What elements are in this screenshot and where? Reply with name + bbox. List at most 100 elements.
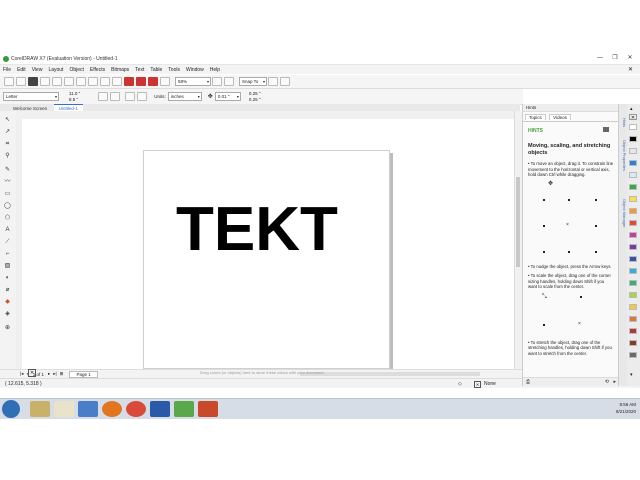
interactive-fill-icon[interactable]: ◆ <box>4 299 11 306</box>
add-page-icon[interactable]: ⊞ <box>60 371 64 377</box>
side-tab-object-properties[interactable]: Object Properties <box>619 140 627 171</box>
horizontal-scrollbar[interactable] <box>300 372 480 376</box>
save-icon[interactable] <box>28 77 38 86</box>
color-swatch[interactable] <box>629 232 637 238</box>
vertical-scrollbar[interactable] <box>514 111 522 374</box>
color-swatch[interactable] <box>629 208 637 214</box>
duplicate-y-field[interactable]: 0.25 " <box>249 97 261 103</box>
color-swatch[interactable] <box>629 124 637 130</box>
taskbar-explorer-icon[interactable] <box>30 401 50 417</box>
start-button[interactable] <box>2 400 20 418</box>
menu-layout[interactable]: Layout <box>48 67 63 73</box>
page-height-field[interactable]: 8.5 " <box>69 97 80 103</box>
toolbar-options-icon[interactable] <box>280 77 290 86</box>
taskbar-firefox-icon[interactable] <box>102 401 122 417</box>
menu-text[interactable]: Text <box>135 67 144 73</box>
taskbar-coreldraw-icon[interactable] <box>174 401 194 417</box>
options-icon[interactable] <box>268 77 278 86</box>
eyedropper-icon[interactable]: ⌀ <box>4 287 11 294</box>
taskbar-chrome-icon[interactable] <box>126 401 146 417</box>
color-swatch[interactable] <box>629 220 637 226</box>
tab-topics[interactable]: Topics <box>525 114 546 120</box>
page-tab[interactable]: Page 1 <box>69 370 98 378</box>
connector-tool-icon[interactable]: ⌐ <box>4 251 11 258</box>
no-color-swatch[interactable]: ✕ <box>28 369 36 377</box>
redo-icon[interactable] <box>100 77 110 86</box>
drop-shadow-icon[interactable]: ▧ <box>4 263 11 270</box>
menu-edit[interactable]: Edit <box>17 67 26 73</box>
taskbar-word-icon[interactable] <box>150 401 170 417</box>
menu-help[interactable]: Help <box>210 67 220 73</box>
close-document-icon[interactable]: ✕ <box>628 66 633 73</box>
color-swatch[interactable] <box>629 280 637 286</box>
menu-object[interactable]: Object <box>69 67 83 73</box>
freehand-tool-icon[interactable]: ✎ <box>4 167 11 174</box>
color-swatch[interactable] <box>629 328 637 334</box>
taskbar-folder-icon[interactable] <box>54 401 74 417</box>
menu-window[interactable]: Window <box>186 67 204 73</box>
menu-view[interactable]: View <box>32 67 43 73</box>
duplicate-x-field[interactable]: 0.25 " <box>249 91 261 97</box>
artistic-media-icon[interactable]: 〰 <box>4 179 11 186</box>
nudge-distance-field[interactable]: 0.01 " <box>214 92 241 101</box>
units-dropdown[interactable]: inches <box>167 92 202 101</box>
all-pages-icon[interactable] <box>125 92 136 101</box>
hints-book-icon[interactable] <box>603 127 609 132</box>
cut-icon[interactable] <box>52 77 62 86</box>
no-color-icon[interactable]: ✕ <box>629 114 637 121</box>
ellipse-tool-icon[interactable]: ◯ <box>4 203 11 210</box>
restore-button[interactable]: ❐ <box>610 55 620 62</box>
color-swatch[interactable] <box>629 196 637 202</box>
close-button[interactable]: ✕ <box>625 55 635 62</box>
side-tab-object-manager[interactable]: Object Manager <box>619 199 627 227</box>
page-size-dropdown[interactable]: Letter <box>3 92 59 101</box>
polygon-tool-icon[interactable]: ⬠ <box>4 215 11 222</box>
open-icon[interactable] <box>16 77 26 86</box>
export-icon[interactable] <box>136 77 146 86</box>
menu-file[interactable]: File <box>3 67 11 73</box>
first-page-icon[interactable]: |◂ <box>20 371 23 377</box>
publish-pdf-icon[interactable] <box>148 77 158 86</box>
shape-tool-icon[interactable]: ↗ <box>4 129 11 136</box>
menu-table[interactable]: Table <box>150 67 162 73</box>
color-swatch[interactable] <box>629 340 637 346</box>
color-swatch[interactable] <box>629 304 637 310</box>
color-swatch[interactable] <box>629 136 637 142</box>
app-launcher-icon[interactable] <box>160 77 170 86</box>
color-swatch[interactable] <box>629 244 637 250</box>
menu-bitmaps[interactable]: Bitmaps <box>111 67 129 73</box>
back-icon[interactable]: ⟲ <box>605 379 609 385</box>
canvas-text-object[interactable]: TEKT <box>176 199 338 261</box>
taskbar-powerpoint-icon[interactable] <box>198 401 218 417</box>
zoom-levels[interactable]: 58% <box>175 77 211 86</box>
palette-scroll-up-icon[interactable]: ▴ <box>630 106 633 112</box>
current-page-icon[interactable] <box>137 92 148 101</box>
import-icon[interactable] <box>124 77 134 86</box>
palette-scroll-down-icon[interactable]: ▾ <box>630 372 633 378</box>
color-swatch[interactable] <box>629 148 637 154</box>
text-tool-icon[interactable]: A <box>4 227 11 234</box>
forward-icon[interactable]: ▸ <box>613 379 616 385</box>
search-content-icon[interactable] <box>112 77 122 86</box>
menu-tools[interactable]: Tools <box>168 67 180 73</box>
page-width-field[interactable]: 11.0 " <box>69 91 80 97</box>
last-page-icon[interactable]: ▸| <box>53 371 56 377</box>
system-clock[interactable]: 8:56 AM 8/21/2020 <box>616 401 636 415</box>
crop-tool-icon[interactable]: ⌗ <box>4 141 11 148</box>
full-screen-icon[interactable] <box>212 77 222 86</box>
add-tool-icon[interactable]: ⊕ <box>4 325 11 332</box>
rectangle-tool-icon[interactable]: ▭ <box>4 191 11 198</box>
portrait-icon[interactable] <box>98 92 109 101</box>
copy-icon[interactable] <box>64 77 74 86</box>
color-swatch[interactable] <box>629 292 637 298</box>
tab-videos[interactable]: Videos <box>549 114 571 120</box>
parallel-dimension-icon[interactable]: ⟋ <box>4 239 11 246</box>
minimize-button[interactable]: — <box>595 55 605 62</box>
taskbar-media-icon[interactable] <box>78 401 98 417</box>
color-swatch[interactable] <box>629 268 637 274</box>
rulers-icon[interactable] <box>224 77 234 86</box>
color-swatch[interactable] <box>629 256 637 262</box>
color-swatch[interactable] <box>629 352 637 358</box>
zoom-tool-icon[interactable]: ⚲ <box>4 153 11 160</box>
side-tab-hints[interactable]: Hints <box>619 118 627 127</box>
